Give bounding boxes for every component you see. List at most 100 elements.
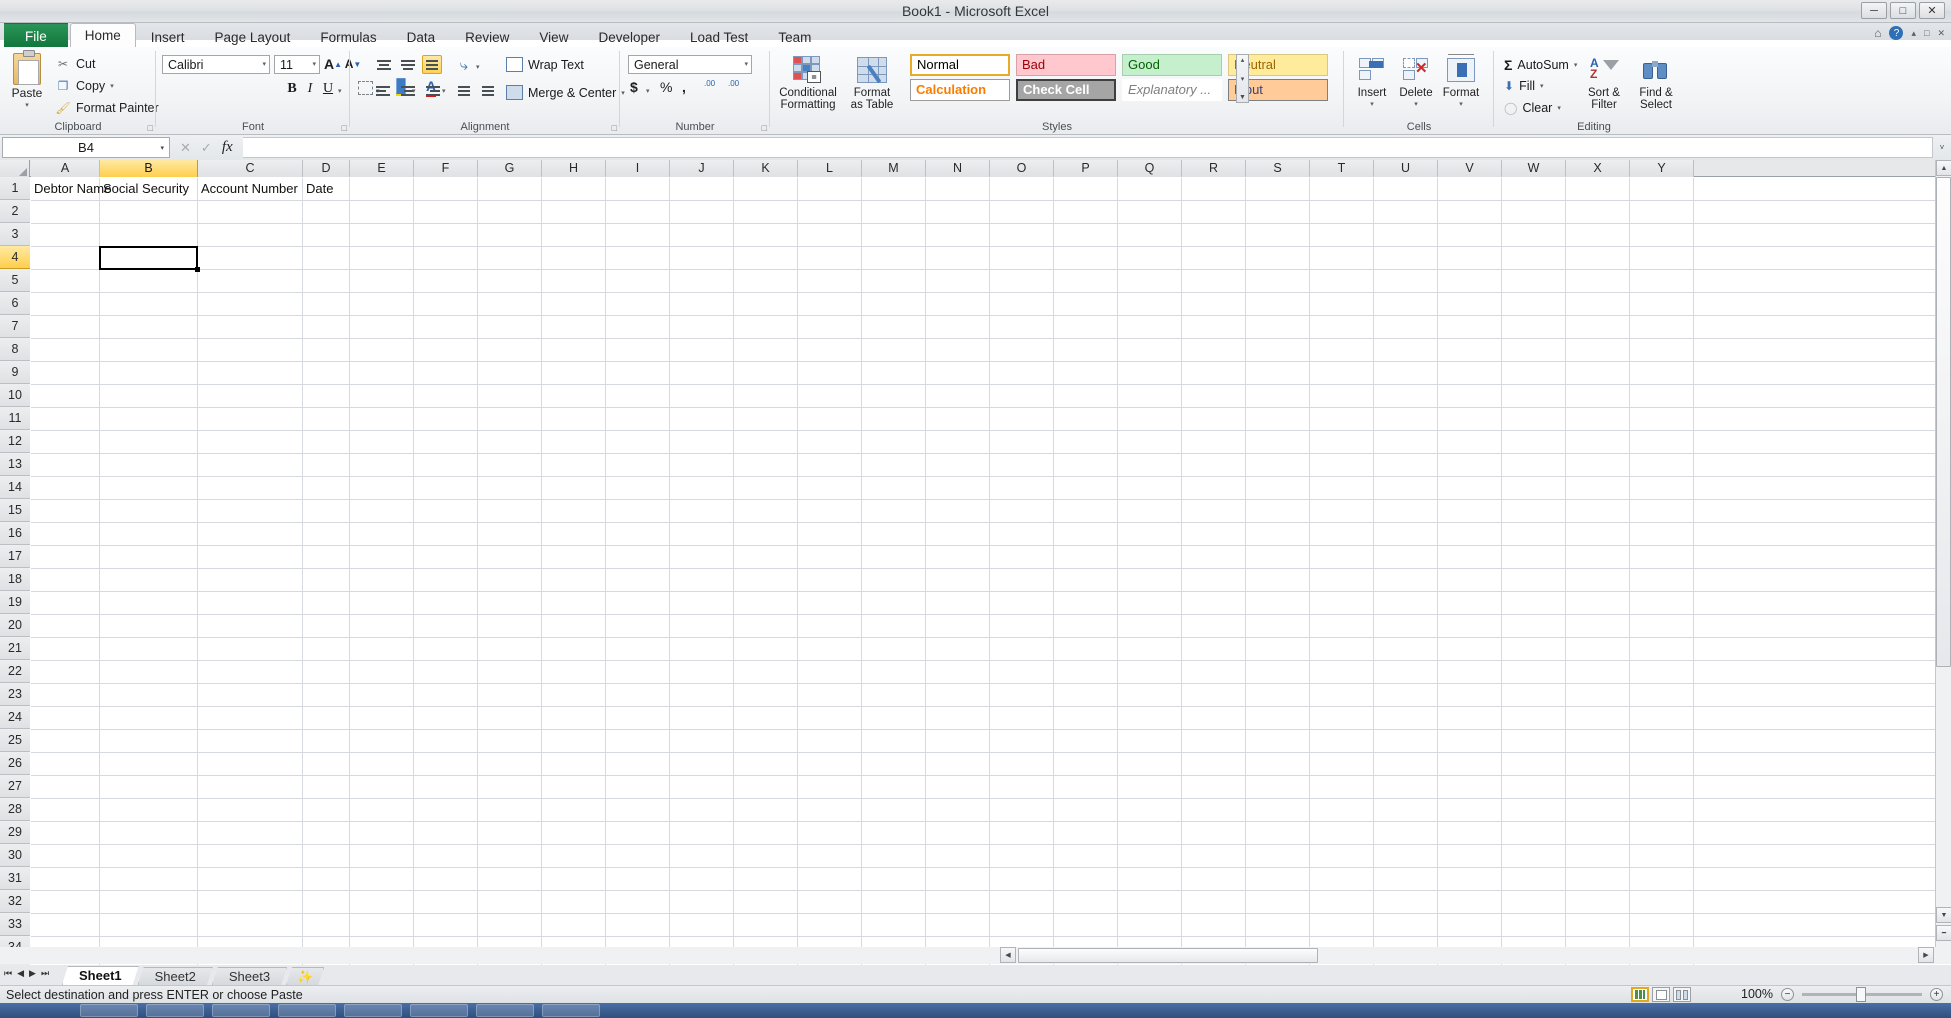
column-header-I[interactable]: I	[606, 160, 670, 177]
row-header-7[interactable]: 7	[0, 315, 30, 338]
zoom-in-button[interactable]: +	[1930, 987, 1943, 1001]
cell-C1[interactable]: Account Number	[201, 178, 298, 200]
tab-data[interactable]: Data	[392, 25, 451, 48]
taskbar-item-2[interactable]	[146, 1004, 204, 1017]
row-header-16[interactable]: 16	[0, 522, 30, 545]
scroll-up-button[interactable]: ▲	[1936, 160, 1951, 176]
scroll-right-button[interactable]: ▶	[1918, 947, 1934, 963]
select-all-corner[interactable]	[0, 160, 30, 177]
column-header-S[interactable]: S	[1246, 160, 1310, 177]
row-header-13[interactable]: 13	[0, 453, 30, 476]
row-header-11[interactable]: 11	[0, 407, 30, 430]
style-calculation[interactable]: Calculation	[910, 79, 1010, 101]
tab-file[interactable]: File	[4, 23, 68, 48]
format-cells-button[interactable]: Format ▾	[1438, 53, 1484, 111]
zoom-slider-thumb[interactable]	[1856, 986, 1866, 1002]
find-select-button[interactable]: Find & Select	[1630, 53, 1682, 111]
column-header-V[interactable]: V	[1438, 160, 1502, 177]
autosum-button[interactable]: Σ AutoSum ▾	[1504, 57, 1577, 73]
sheet-tab-sheet1[interactable]: Sheet1	[62, 966, 139, 985]
sheet-tab-sheet3[interactable]: Sheet3	[212, 967, 287, 985]
decrease-indent-button[interactable]	[454, 81, 474, 100]
sort-filter-button[interactable]: A Z Sort & Filter	[1580, 53, 1628, 111]
autosum-dropdown-icon[interactable]: ▾	[1574, 61, 1578, 69]
tab-page-layout[interactable]: Page Layout	[200, 25, 306, 48]
split-handle[interactable]: ━	[1936, 925, 1951, 941]
font-size-input[interactable]: 11 ▾	[274, 55, 320, 74]
taskbar-item-6[interactable]	[410, 1004, 468, 1017]
grow-font-button[interactable]: A ▲	[324, 54, 342, 74]
formula-input[interactable]	[242, 137, 1933, 158]
zoom-slider[interactable]	[1802, 986, 1922, 1002]
column-header-J[interactable]: J	[670, 160, 734, 177]
increase-decimal-button[interactable]: .00	[704, 79, 715, 88]
column-header-H[interactable]: H	[542, 160, 606, 177]
insert-function-icon[interactable]: fx	[222, 139, 233, 156]
column-header-W[interactable]: W	[1502, 160, 1566, 177]
font-dialog-launcher[interactable]: □	[342, 123, 347, 133]
delete-dropdown-icon[interactable]: ▾	[1414, 99, 1418, 111]
scroll-down-button[interactable]: ▼	[1936, 907, 1951, 923]
column-header-X[interactable]: X	[1566, 160, 1630, 177]
column-header-Y[interactable]: Y	[1630, 160, 1694, 177]
row-header-31[interactable]: 31	[0, 867, 30, 890]
gallery-more-icon[interactable]: ▼	[1239, 94, 1246, 101]
enter-formula-icon[interactable]: ✓	[201, 140, 212, 156]
row-header-25[interactable]: 25	[0, 729, 30, 752]
tab-load-test[interactable]: Load Test	[675, 25, 763, 48]
tab-team[interactable]: Team	[763, 25, 826, 48]
font-size-dropdown-icon[interactable]: ▾	[312, 56, 316, 74]
orientation-button[interactable]: ⤷	[454, 55, 474, 75]
insert-dropdown-icon[interactable]: ▾	[1370, 99, 1374, 111]
row-header-3[interactable]: 3	[0, 223, 30, 246]
page-break-preview-button[interactable]	[1673, 987, 1691, 1002]
align-center-button[interactable]	[398, 81, 418, 100]
style-check-cell[interactable]: Check Cell	[1016, 79, 1116, 101]
cell-D1[interactable]: Date	[306, 178, 333, 200]
row-header-23[interactable]: 23	[0, 683, 30, 706]
row-header-18[interactable]: 18	[0, 568, 30, 591]
horizontal-scrollbar[interactable]: ◀ ▶	[0, 947, 1951, 964]
tab-home[interactable]: Home	[69, 23, 136, 48]
vertical-scrollbar[interactable]: ▲ ▼ ━	[1935, 160, 1951, 947]
row-header-12[interactable]: 12	[0, 430, 30, 453]
taskbar-item-4[interactable]	[278, 1004, 336, 1017]
format-painter-button[interactable]: 🖌 Format Painter	[55, 100, 158, 116]
column-header-B[interactable]: B	[100, 160, 198, 177]
next-sheet-icon[interactable]: ▶	[29, 968, 36, 979]
row-header-33[interactable]: 33	[0, 913, 30, 936]
delete-cells-button[interactable]: ✕ Delete ▾	[1394, 53, 1438, 111]
taskbar-item-3[interactable]	[212, 1004, 270, 1017]
tab-insert[interactable]: Insert	[136, 25, 200, 48]
fill-button[interactable]: ⬇ Fill ▾	[1504, 79, 1544, 93]
normal-view-button[interactable]	[1631, 987, 1649, 1002]
row-header-8[interactable]: 8	[0, 338, 30, 361]
underline-button[interactable]: U	[320, 79, 336, 99]
taskbar-item-7[interactable]	[476, 1004, 534, 1017]
styles-gallery-scroll[interactable]: ▴ ▾ ▼	[1236, 54, 1249, 103]
font-name-dropdown-icon[interactable]: ▾	[262, 56, 266, 74]
zoom-out-button[interactable]: −	[1781, 987, 1794, 1001]
conditional-formatting-button[interactable]: ≣ Conditional Formatting	[779, 53, 837, 111]
row-header-19[interactable]: 19	[0, 591, 30, 614]
merge-center-button[interactable]: Merge & Center ▾	[506, 85, 625, 100]
cell-styles-gallery[interactable]: Normal Bad Good Neutral Calculation Check Cel…	[910, 54, 1328, 103]
column-header-T[interactable]: T	[1310, 160, 1374, 177]
alignment-dialog-launcher[interactable]: □	[612, 123, 617, 133]
row-header-27[interactable]: 27	[0, 775, 30, 798]
close-ribbon-icon[interactable]: ✕	[1937, 28, 1945, 39]
currency-dropdown-icon[interactable]: ▾	[646, 87, 650, 95]
column-header-F[interactable]: F	[414, 160, 478, 177]
format-as-table-button[interactable]: Format as Table	[844, 53, 900, 111]
tab-formulas[interactable]: Formulas	[305, 25, 391, 48]
restore-ribbon-icon[interactable]: □	[1924, 28, 1929, 38]
currency-button[interactable]: $	[630, 79, 638, 95]
minimize-button[interactable]: ─	[1861, 2, 1887, 19]
clear-button[interactable]: ◯ Clear ▾	[1504, 101, 1561, 115]
column-header-N[interactable]: N	[926, 160, 990, 177]
paste-button[interactable]: Paste ▾	[6, 50, 48, 115]
column-header-E[interactable]: E	[350, 160, 414, 177]
row-header-24[interactable]: 24	[0, 706, 30, 729]
percent-button[interactable]: %	[660, 79, 672, 95]
italic-button[interactable]: I	[302, 79, 318, 99]
